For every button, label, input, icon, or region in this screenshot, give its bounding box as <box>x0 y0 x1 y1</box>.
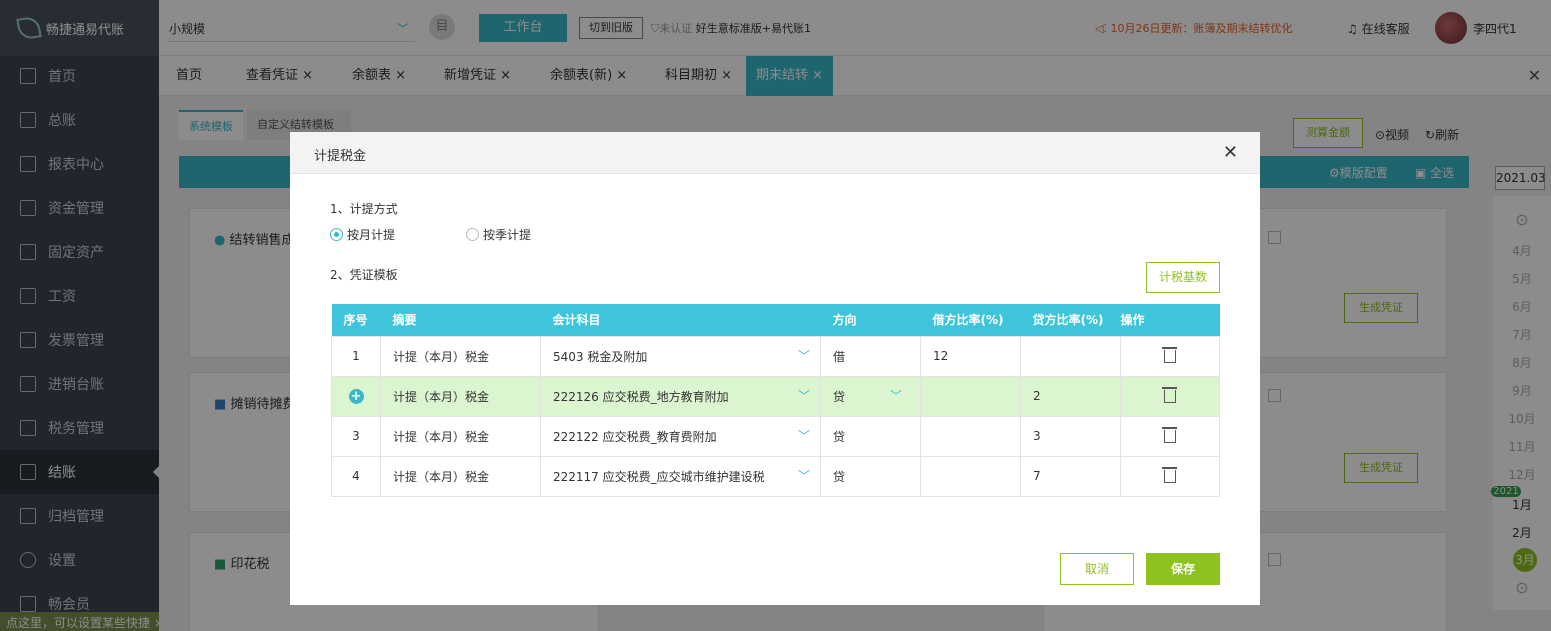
table-row: 4 计提（本月）税金 222117 应交税费_应交城市维护建设税 ﹀ 贷 7 <box>331 455 1220 497</box>
direction-select[interactable]: 贷 ﹀ <box>820 375 921 417</box>
credit-rate-cell[interactable]: 2 <box>1020 375 1121 417</box>
section-accrual-method: 1、计提方式 <box>330 202 398 216</box>
section-voucher-template: 2、凭证模板 <box>330 268 398 282</box>
row-number: 3 <box>331 415 381 457</box>
trash-icon[interactable] <box>1162 427 1177 443</box>
dialog-header: 计提税金 ✕ <box>290 132 1260 174</box>
account-select[interactable]: 222122 应交税费_教育费附加 ﹀ <box>540 415 821 457</box>
direction-value: 贷 <box>833 389 846 404</box>
direction-cell[interactable]: 贷 <box>820 415 921 457</box>
summary-cell[interactable]: 计提（本月）税金 <box>380 335 541 377</box>
debit-rate-cell[interactable]: 12 <box>920 335 1021 377</box>
add-row-cell[interactable]: + <box>331 375 381 417</box>
direction-cell[interactable]: 借 <box>820 335 921 377</box>
chevron-down-icon[interactable]: ﹀ <box>890 387 902 404</box>
credit-rate-cell[interactable] <box>1020 335 1121 377</box>
tax-accrual-dialog: 计提税金 ✕ 1、计提方式 按月计提 按季计提 2、凭证模板 计税基数 序号 摘… <box>290 132 1260 605</box>
account-value: 222117 应交税费_应交城市维护建设税 <box>553 469 765 484</box>
account-select[interactable]: 5403 税金及附加 ﹀ <box>540 335 821 377</box>
chevron-down-icon[interactable]: ﹀ <box>798 387 810 404</box>
debit-rate-cell[interactable] <box>920 415 1021 457</box>
col-header: 借方比率(%) <box>920 304 1021 336</box>
summary-cell[interactable]: 计提（本月）税金 <box>380 375 541 417</box>
col-header: 会计科目 <box>540 304 821 336</box>
chevron-down-icon[interactable]: ﹀ <box>798 347 810 364</box>
cancel-button[interactable]: 取消 <box>1060 553 1134 585</box>
account-select[interactable]: 222126 应交税费_地方教育附加 ﹀ <box>540 375 821 417</box>
table-row: 1 计提（本月）税金 5403 税金及附加 ﹀ 借 12 <box>331 335 1220 377</box>
chevron-down-icon[interactable]: ﹀ <box>798 467 810 484</box>
credit-rate-cell[interactable]: 7 <box>1020 455 1121 497</box>
trash-icon[interactable] <box>1162 467 1177 483</box>
account-value: 222122 应交税费_教育费附加 <box>553 429 717 444</box>
col-header: 序号 <box>331 304 381 336</box>
dialog-title: 计提税金 <box>314 149 367 164</box>
row-number: 4 <box>331 455 381 497</box>
credit-rate-cell[interactable]: 3 <box>1020 415 1121 457</box>
radio-label: 按月计提 <box>347 228 396 242</box>
debit-rate-cell[interactable] <box>920 375 1021 417</box>
radio-checked-icon <box>330 228 343 241</box>
save-button[interactable]: 保存 <box>1146 553 1220 585</box>
col-header: 操作 <box>1120 304 1220 336</box>
table-row: 3 计提（本月）税金 222122 应交税费_教育费附加 ﹀ 贷 3 <box>331 415 1220 457</box>
table-row-hover: + 计提（本月）税金 222126 应交税费_地方教育附加 ﹀ 贷 ﹀ 2 <box>331 375 1220 417</box>
trash-icon[interactable] <box>1162 347 1177 363</box>
summary-cell[interactable]: 计提（本月）税金 <box>380 455 541 497</box>
summary-cell[interactable]: 计提（本月）税金 <box>380 415 541 457</box>
col-header: 摘要 <box>380 304 541 336</box>
col-header: 贷方比率(%) <box>1020 304 1121 336</box>
table-header-row: 序号 摘要 会计科目 方向 借方比率(%) 贷方比率(%) 操作 <box>331 304 1220 336</box>
direction-cell[interactable]: 贷 <box>820 455 921 497</box>
trash-icon[interactable] <box>1162 387 1177 403</box>
radio-unchecked-icon <box>466 228 479 241</box>
delete-cell[interactable] <box>1120 415 1220 457</box>
radio-monthly[interactable]: 按月计提 <box>330 226 395 243</box>
delete-cell[interactable] <box>1120 335 1220 377</box>
voucher-template-table: 序号 摘要 会计科目 方向 借方比率(%) 贷方比率(%) 操作 1 计提（本月… <box>331 304 1220 497</box>
account-select[interactable]: 222117 应交税费_应交城市维护建设税 ﹀ <box>540 455 821 497</box>
delete-cell[interactable] <box>1120 455 1220 497</box>
delete-cell[interactable] <box>1120 375 1220 417</box>
account-value: 222126 应交税费_地方教育附加 <box>553 389 729 404</box>
radio-label: 按季计提 <box>483 228 532 242</box>
tax-base-button[interactable]: 计税基数 <box>1146 262 1220 293</box>
radio-quarterly[interactable]: 按季计提 <box>466 226 531 243</box>
account-value: 5403 税金及附加 <box>553 349 648 364</box>
row-number: 1 <box>331 335 381 377</box>
col-header: 方向 <box>820 304 921 336</box>
close-icon[interactable]: ✕ <box>1223 142 1238 163</box>
plus-circle-icon[interactable]: + <box>348 388 364 404</box>
debit-rate-cell[interactable] <box>920 455 1021 497</box>
chevron-down-icon[interactable]: ﹀ <box>798 427 810 444</box>
